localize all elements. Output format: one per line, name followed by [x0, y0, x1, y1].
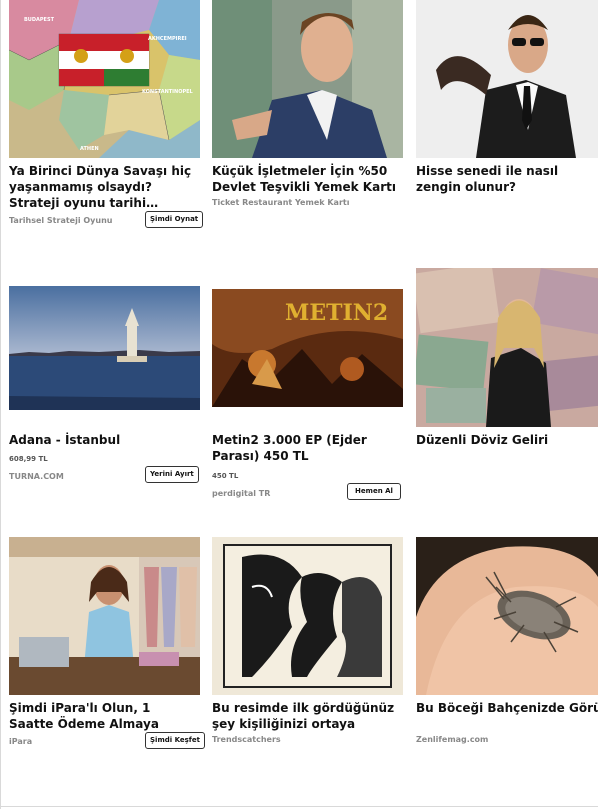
card-title[interactable]: Hisse senedi ile nasıl zengin olunur? — [416, 163, 598, 195]
card-image-stink-bug[interactable] — [416, 537, 598, 695]
bottom-divider — [0, 806, 598, 807]
card-source: Ticket Restaurant Yemek Kartı — [212, 198, 350, 207]
card-source: Tarihsel Strateji Oyunu — [9, 216, 113, 225]
card-source: Trendscatchers — [212, 735, 281, 744]
card-price: 450 TL — [212, 472, 239, 480]
map-label: ATHEN — [80, 146, 99, 152]
card-image-map[interactable] — [9, 0, 200, 158]
map-label: AKHCEMPIREI — [148, 36, 187, 42]
card-source: TURNA.COM — [9, 472, 64, 481]
card-image-maiden-tower[interactable] — [9, 286, 200, 410]
card-source: Zenlifemag.com — [416, 735, 489, 744]
discover-now-button[interactable]: Şimdi Keşfet — [145, 732, 205, 749]
buy-now-button[interactable]: Hemen Al — [347, 483, 401, 500]
card-title[interactable]: Bu resimde ilk gördüğünüz şey kişiliğini… — [212, 700, 402, 732]
card-title[interactable]: Düzenli Döviz Geliri Sağlıyor! — [416, 432, 598, 448]
card-title[interactable]: Şimdi iPara'lı Olun, 1 Saatte Ödeme Alma… — [9, 700, 199, 732]
card-title[interactable]: Metin2 3.000 EP (Ejder Parası) 450 TL — [212, 432, 402, 464]
metin2-logo: METIN2 — [285, 300, 389, 326]
card-image-shop-owner[interactable] — [9, 537, 200, 695]
play-now-button[interactable]: Şimdi Oynat — [145, 211, 204, 228]
card-image-sunglasses-man[interactable] — [416, 0, 598, 158]
card-source: perdigital TR — [212, 489, 271, 498]
book-seat-button[interactable]: Yerini Ayırt — [145, 466, 199, 483]
card-title[interactable]: Bu Böceği Bahçenizde Görürseniz Hemen Ya… — [416, 700, 598, 732]
left-divider — [0, 0, 1, 809]
card-source: iPara — [9, 737, 33, 746]
card-price: 608,99 TL — [9, 455, 48, 463]
map-label: KONSTANTINOPEL — [142, 89, 193, 95]
card-title[interactable]: Adana - İstanbul — [9, 432, 199, 448]
card-title[interactable]: Ya Birinci Dünya Savaşı hiç yaşanmamış o… — [9, 163, 199, 211]
card-title[interactable]: Küçük İşletmeler İçin %50 Devlet Teşvikl… — [212, 163, 402, 195]
map-label: BUDAPEST — [24, 17, 54, 23]
card-image-money-woman[interactable] — [416, 268, 598, 427]
card-image-illusion[interactable] — [212, 537, 403, 695]
card-image-businessman[interactable] — [212, 0, 403, 158]
